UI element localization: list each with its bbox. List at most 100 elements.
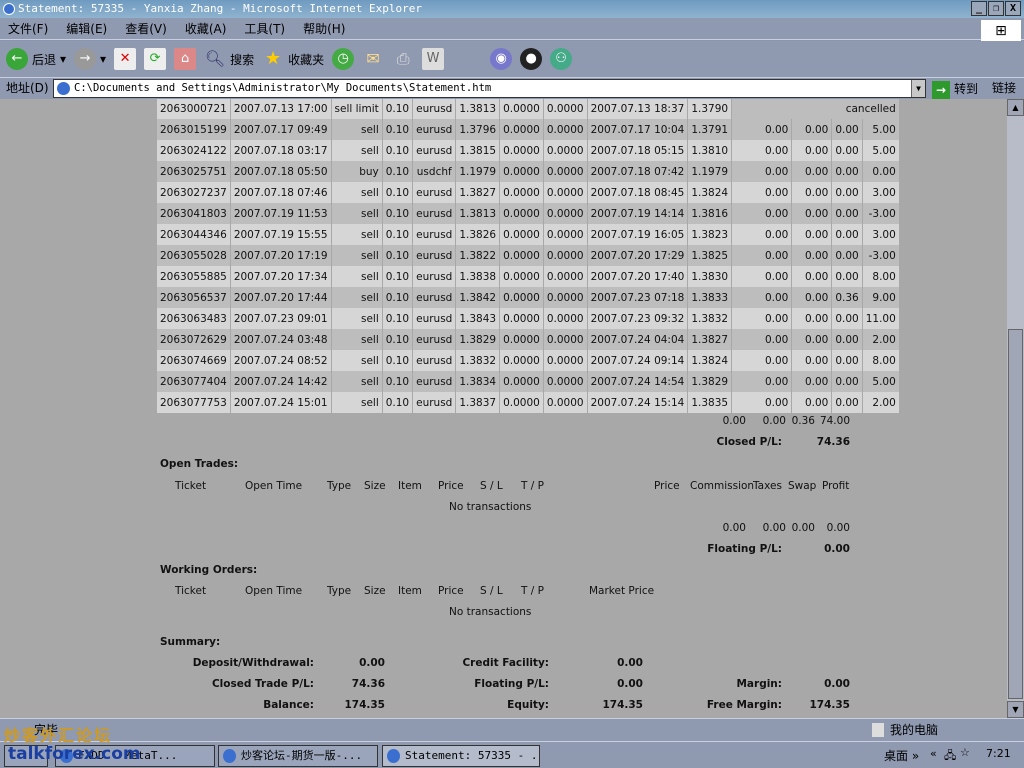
- cell-taxes: 0.00: [791, 161, 833, 182]
- cell-price: 1.3826: [455, 224, 501, 245]
- table-row: 2063056537 2007.07.20 17:44 sell 0.10 eurusd…: [157, 287, 900, 308]
- scroll-up-icon[interactable]: ▲: [1007, 99, 1024, 116]
- cell-tp: 0.0000: [543, 329, 588, 350]
- menu-favorites[interactable]: 收藏(A): [185, 18, 227, 39]
- close-button[interactable]: X: [1005, 1, 1021, 16]
- cell-commission: 0.00: [731, 182, 793, 203]
- cell-open-time: 2007.07.20 17:34: [230, 266, 332, 287]
- cell-close-time: 2007.07.18 08:45: [587, 182, 689, 203]
- equity-value: 174.35: [602, 699, 643, 711]
- cell-profit: 3.00: [862, 182, 900, 203]
- cell-commission: 0.00: [731, 161, 793, 182]
- column-header: Commission: [690, 480, 755, 492]
- menu-file[interactable]: 文件(F): [8, 18, 48, 39]
- cell-swap: 0.00: [831, 266, 863, 287]
- column-header: Market Price: [589, 585, 655, 597]
- menu-view[interactable]: 查看(V): [125, 18, 167, 39]
- cell-price: 1.3837: [455, 392, 501, 413]
- minimize-button[interactable]: _: [971, 1, 987, 16]
- cell-open-time: 2007.07.19 11:53: [230, 203, 332, 224]
- column-header: Size: [364, 480, 386, 492]
- windows-logo-icon: ⊞: [981, 20, 1021, 42]
- table-row: 2063074669 2007.07.24 08:52 sell 0.10 eurusd…: [157, 350, 900, 371]
- cell-close-price: 1.3823: [687, 224, 733, 245]
- total-swap: 0.36: [791, 415, 815, 427]
- msn-icon[interactable]: ⚇: [550, 48, 573, 70]
- tray-expand-icon[interactable]: «: [930, 747, 937, 760]
- status-bar: 完毕 我的电脑: [0, 718, 1024, 741]
- stop-icon[interactable]: ✕: [114, 48, 137, 70]
- toolbar: ← 后退 ▾ → ▾ ✕ ⟳ ⌂ 🔍︎ 搜索 ★ 收藏夹 ◷ ✉ ⎙ W ◉ ● ⚇: [0, 41, 1024, 78]
- cell-open-time: 2007.07.18 03:17: [230, 140, 332, 161]
- qq-penguin-icon[interactable]: ●: [520, 48, 543, 70]
- cell-open-time: 2007.07.24 03:48: [230, 329, 332, 350]
- cell-close-time: 2007.07.24 04:04: [587, 329, 689, 350]
- print-icon[interactable]: ⎙: [392, 48, 414, 70]
- mail-icon[interactable]: ✉: [362, 48, 384, 70]
- taskbar-item-statement[interactable]: Statement: 57335 - ...: [382, 745, 540, 767]
- cell-size: 0.10: [382, 224, 414, 245]
- edit-icon[interactable]: W: [422, 48, 445, 70]
- links-button[interactable]: 链接: [992, 78, 1016, 99]
- cell-close-time: 2007.07.19 16:05: [587, 224, 689, 245]
- cell-tp: 0.0000: [543, 99, 588, 119]
- cell-size: 0.10: [382, 119, 414, 140]
- forward-button[interactable]: → ▾: [74, 48, 106, 70]
- favorites-button[interactable]: ★ 收藏夹: [262, 48, 324, 70]
- desktop-toolbar[interactable]: 桌面 »: [884, 747, 919, 764]
- go-button[interactable]: → 转到: [932, 79, 978, 100]
- window-title: Statement: 57335 - Yanxia Zhang - Micros…: [18, 2, 422, 15]
- messenger-icon[interactable]: ◉: [490, 48, 513, 70]
- cell-taxes: 0.00: [791, 371, 833, 392]
- menu-tools[interactable]: 工具(T): [244, 18, 285, 39]
- refresh-icon[interactable]: ⟳: [144, 48, 167, 70]
- scroll-thumb[interactable]: [1008, 329, 1023, 699]
- back-button[interactable]: ← 后退 ▾: [6, 48, 66, 70]
- search-button[interactable]: 🔍︎ 搜索: [204, 48, 254, 70]
- cell-sl: 0.0000: [499, 329, 544, 350]
- dropdown-icon[interactable]: ▼: [911, 80, 925, 97]
- home-icon[interactable]: ⌂: [174, 48, 197, 70]
- total-commission: 0.00: [722, 415, 746, 427]
- menu-help[interactable]: 帮助(H): [303, 18, 345, 39]
- cell-open-time: 2007.07.20 17:19: [230, 245, 332, 266]
- cell-profit: 2.00: [862, 329, 900, 350]
- cell-sl: 0.0000: [499, 224, 544, 245]
- cell-close-price: 1.3824: [687, 350, 733, 371]
- scroll-down-icon[interactable]: ▼: [1007, 701, 1024, 718]
- cell-type: sell: [331, 224, 383, 245]
- cell-open-time: 2007.07.24 14:42: [230, 371, 332, 392]
- free-margin-value: 174.35: [809, 699, 850, 711]
- restore-button[interactable]: ❐: [988, 1, 1004, 16]
- table-row: 2063015199 2007.07.17 09:49 sell 0.10 eurusd…: [157, 119, 900, 140]
- cell-open-time: 2007.07.23 09:01: [230, 308, 332, 329]
- column-header: Type: [327, 480, 352, 492]
- cell-commission: 0.00: [731, 392, 793, 413]
- cell-tp: 0.0000: [543, 245, 588, 266]
- cell-taxes: 0.00: [791, 287, 833, 308]
- cell-sl: 0.0000: [499, 245, 544, 266]
- cell-tp: 0.0000: [543, 224, 588, 245]
- closed-pl-value: 74.36: [816, 436, 850, 448]
- address-input[interactable]: C:\Documents and Settings\Administrator\…: [53, 79, 926, 98]
- cell-price: 1.3827: [455, 182, 501, 203]
- cell-open-time: 2007.07.20 17:44: [230, 287, 332, 308]
- cell-size: 0.10: [382, 371, 414, 392]
- cell-ticket: 2063015199: [157, 119, 231, 140]
- cell-open-time: 2007.07.24 15:01: [230, 392, 332, 413]
- star-icon: ★: [265, 48, 282, 69]
- cell-price: 1.3832: [455, 350, 501, 371]
- column-header: T / P: [521, 585, 544, 597]
- vertical-scrollbar[interactable]: ▲ ▼: [1007, 99, 1024, 718]
- total-profit: 74.00: [819, 415, 850, 427]
- margin-label: Margin:: [736, 678, 782, 690]
- cell-ticket: 2063072629: [157, 329, 231, 350]
- cell-close-price: 1.3791: [687, 119, 733, 140]
- cell-sl: 0.0000: [499, 203, 544, 224]
- cell-open-time: 2007.07.24 08:52: [230, 350, 332, 371]
- watermark-logo-url: talkforex.com: [8, 744, 141, 764]
- closed-pl-label: Closed P/L:: [716, 436, 782, 448]
- taskbar-item-forum[interactable]: 炒客论坛-期货一版-...: [218, 745, 378, 767]
- history-icon[interactable]: ◷: [332, 48, 355, 70]
- menu-edit[interactable]: 编辑(E): [66, 18, 107, 39]
